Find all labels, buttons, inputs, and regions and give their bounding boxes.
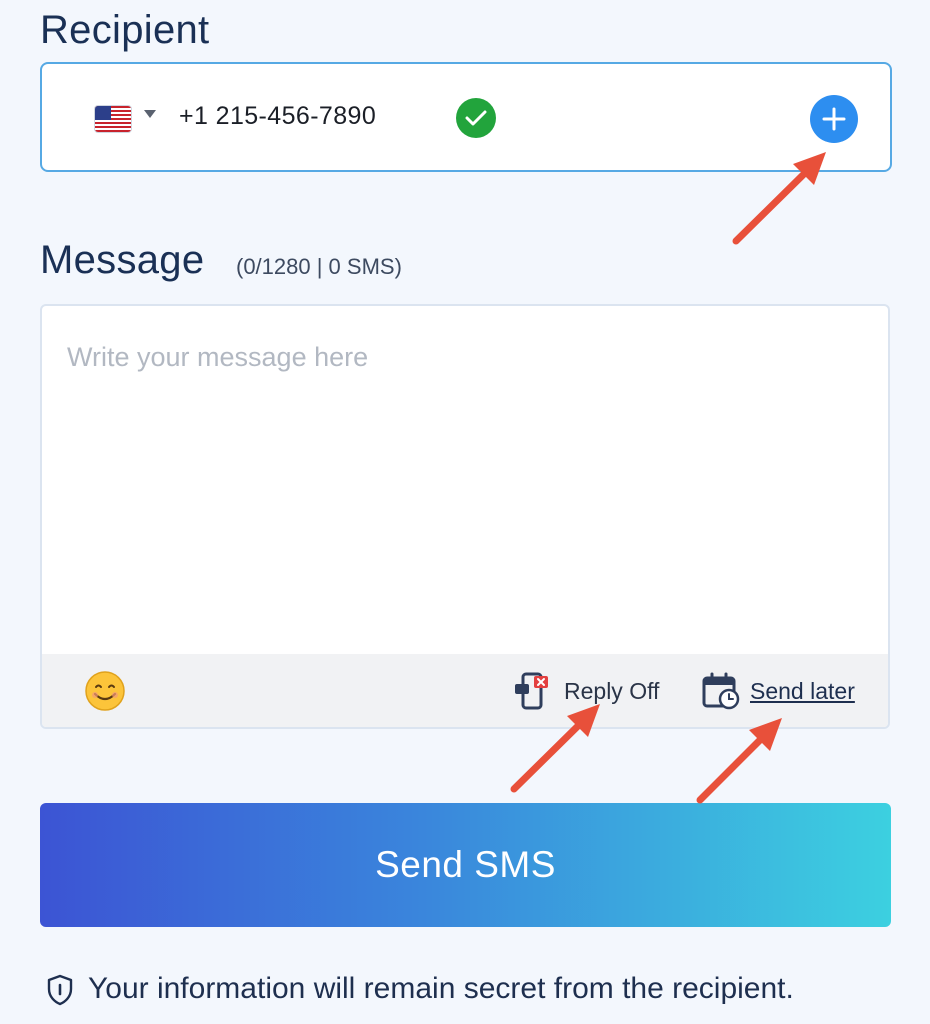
phone-number-value[interactable]: +1 215-456-7890 (179, 102, 376, 131)
arrow-to-send-later (696, 718, 782, 804)
send-later-link[interactable]: Send later (750, 678, 855, 705)
reply-off-phone-icon (515, 672, 548, 710)
sms-compose-page: Recipient +1 215-456-7890 Message (0/128… (0, 0, 930, 1024)
verified-check-icon (456, 98, 496, 138)
reply-toggle[interactable]: Reply Off (564, 678, 659, 705)
recipient-field[interactable]: +1 215-456-7890 (40, 62, 892, 172)
calendar-clock-icon (702, 672, 740, 710)
add-recipient-button[interactable] (810, 95, 858, 143)
privacy-text: Your information will remain secret from… (88, 972, 794, 1005)
message-box: Reply Off Send later (40, 304, 890, 729)
shield-icon (47, 974, 73, 1006)
message-input[interactable] (42, 306, 888, 654)
message-toolbar: Reply Off Send later (42, 654, 888, 727)
recipient-heading: Recipient (40, 8, 210, 52)
message-counter: (0/1280 | 0 SMS) (236, 254, 402, 279)
country-dropdown-caret-icon[interactable] (144, 110, 156, 118)
smiley-icon[interactable] (84, 670, 126, 712)
us-flag-icon[interactable] (95, 106, 131, 132)
message-heading: Message (40, 238, 205, 282)
send-sms-button[interactable]: Send SMS (40, 803, 891, 927)
plus-icon (822, 107, 846, 131)
